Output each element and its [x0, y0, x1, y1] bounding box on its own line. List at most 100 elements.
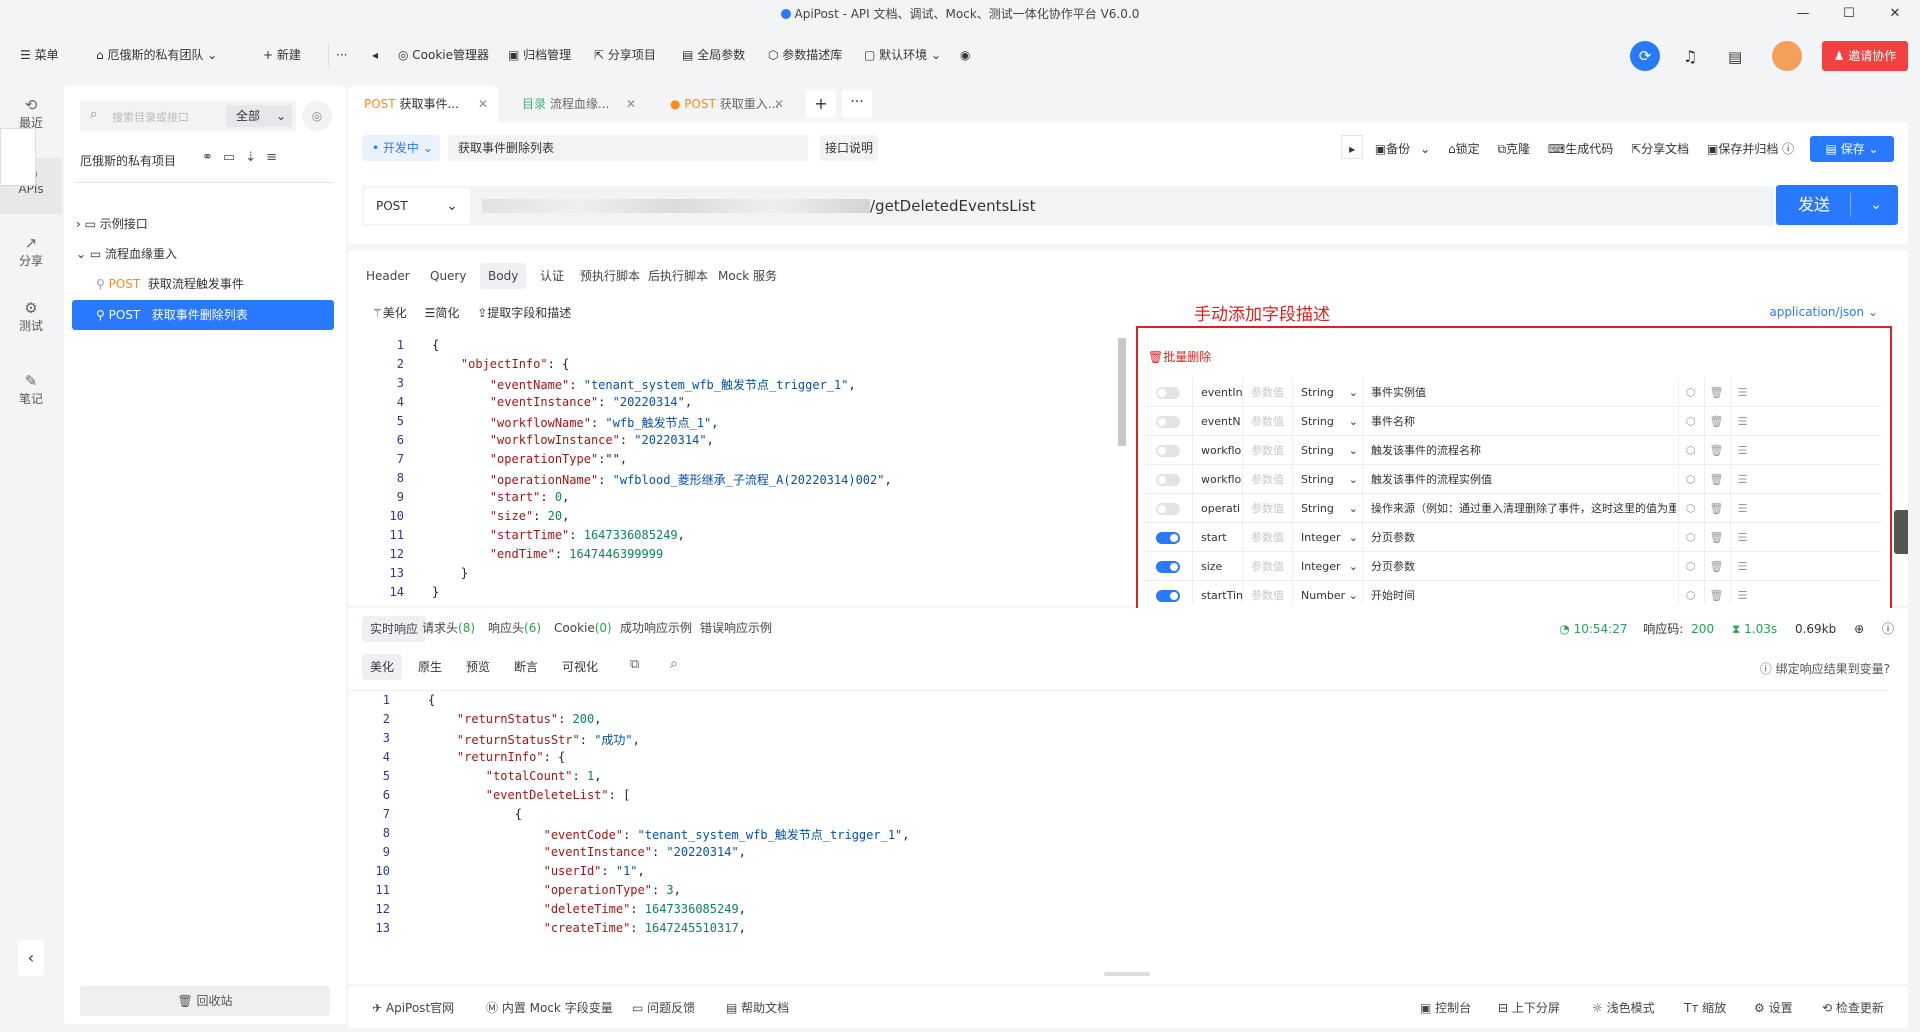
tab-get-deleted-events[interactable]: POST 获取事件... ✕: [348, 86, 498, 126]
field-key-input[interactable]: start: [1192, 523, 1242, 552]
param-library-icon[interactable]: ⬡: [1678, 581, 1702, 604]
bind-response-link[interactable]: ⓘ 绑定响应结果到变量?: [1760, 660, 1890, 677]
req-tab-body[interactable]: Body: [480, 263, 527, 289]
menu-button[interactable]: ☰ 菜单: [20, 42, 59, 68]
generate-code-button[interactable]: ⌨生成代码: [1548, 142, 1613, 156]
field-key-input[interactable]: startTin: [1192, 581, 1242, 604]
avatar[interactable]: [1772, 41, 1802, 71]
method-select[interactable]: POST ⌄: [364, 188, 470, 224]
field-enable-toggle[interactable]: [1156, 474, 1180, 486]
field-enable-toggle[interactable]: [1156, 445, 1180, 457]
field-type-select[interactable]: Integer ⌄: [1292, 552, 1362, 581]
view-preview[interactable]: 预览: [458, 654, 498, 680]
param-library-icon[interactable]: ⬡: [1678, 378, 1702, 407]
rail-item-notes[interactable]: ✎ 笔记: [0, 372, 62, 407]
new-folder-icon[interactable]: ▭: [223, 150, 245, 165]
url-input[interactable]: /getDeletedEventsList: [482, 186, 1036, 226]
editor-scrollbar[interactable]: [1118, 338, 1126, 446]
field-enable-toggle[interactable]: [1156, 387, 1180, 399]
delete-icon[interactable]: 🗑︎: [1704, 407, 1728, 436]
req-tab-post-script[interactable]: 后执行脚本: [648, 260, 708, 292]
rail-item-recent[interactable]: ⟲ 最近: [0, 96, 62, 131]
new-button[interactable]: + 新建: [263, 42, 301, 68]
field-value-input[interactable]: 参数值: [1242, 494, 1292, 523]
drag-handle-icon[interactable]: ☰: [1730, 378, 1754, 407]
global-params-button[interactable]: ▤ 全局参数: [682, 42, 745, 68]
view-raw[interactable]: 原生: [410, 654, 450, 680]
close-tab-icon[interactable]: ✕: [478, 86, 488, 122]
field-key-input[interactable]: workflo: [1192, 436, 1242, 465]
drag-handle-icon[interactable]: ☰: [1730, 465, 1754, 494]
field-value-input[interactable]: 参数值: [1242, 581, 1292, 604]
theme-button[interactable]: ☼ 浅色模式: [1592, 999, 1655, 1016]
field-value-input[interactable]: 参数值: [1242, 407, 1292, 436]
api-name-input[interactable]: 获取事件删除列表: [448, 135, 808, 161]
view-visualize[interactable]: 可视化: [554, 654, 606, 680]
import-icon[interactable]: ⇣: [245, 150, 266, 165]
view-assert[interactable]: 断言: [506, 654, 546, 680]
resp-tab-error-example[interactable]: 错误响应示例: [700, 612, 772, 644]
filter-select[interactable]: 全部 ⌄: [226, 105, 292, 127]
batch-delete-button[interactable]: 🗑︎批量删除: [1148, 348, 1211, 365]
drag-handle-icon[interactable]: ☰: [1730, 523, 1754, 552]
tree-api-get-trigger-events[interactable]: ⚲ POST 获取流程触发事件: [96, 270, 244, 298]
field-enable-toggle[interactable]: [1156, 561, 1180, 573]
field-value-input[interactable]: 参数值: [1242, 552, 1292, 581]
field-type-select[interactable]: String ⌄: [1292, 465, 1362, 494]
collapse-sidebar-icon[interactable]: ‹: [18, 940, 44, 976]
field-description-input[interactable]: 分页参数: [1362, 552, 1676, 581]
drag-handle-icon[interactable]: ☰: [1730, 552, 1754, 581]
field-type-select[interactable]: Number ⌄: [1292, 581, 1362, 604]
rail-item-share[interactable]: ↗ 分享: [0, 234, 62, 269]
recycle-bin-button[interactable]: 🗑︎ 回收站: [80, 986, 330, 1016]
tree-folder-examples[interactable]: › ▭ 示例接口: [76, 210, 148, 238]
split-view-button[interactable]: ⊟ 上下分屏: [1498, 999, 1560, 1016]
delete-icon[interactable]: 🗑︎: [1704, 494, 1728, 523]
close-window-button[interactable]: ✕: [1872, 0, 1918, 28]
resp-tab-cookie[interactable]: Cookie(0): [554, 612, 612, 644]
feedback-link[interactable]: ▭ 问题反馈: [632, 999, 695, 1016]
field-type-select[interactable]: String ⌄: [1292, 378, 1362, 407]
req-tab-pre-script[interactable]: 预执行脚本: [580, 260, 640, 292]
req-tab-header[interactable]: Header: [366, 260, 410, 292]
cookie-manager-button[interactable]: ◎ Cookie管理器: [398, 42, 489, 68]
field-enable-toggle[interactable]: [1156, 590, 1180, 602]
collapse-left-icon[interactable]: ◂: [372, 42, 378, 68]
eye-icon[interactable]: ◉: [960, 42, 970, 68]
tree-folder-lineage[interactable]: ⌄ ▭ 流程血缘重入: [76, 240, 177, 268]
search-icon[interactable]: ⌕: [670, 656, 678, 672]
field-key-input[interactable]: workflo: [1192, 465, 1242, 494]
field-description-input[interactable]: 事件实例值: [1362, 378, 1676, 407]
delete-icon[interactable]: 🗑︎: [1704, 523, 1728, 552]
field-key-input[interactable]: size: [1192, 552, 1242, 581]
field-description-input[interactable]: 分页参数: [1362, 523, 1676, 552]
search-box[interactable]: ⌕ 搜索目录或接口 全部 ⌄: [80, 101, 296, 131]
req-tab-query[interactable]: Query: [430, 260, 466, 292]
field-type-select[interactable]: String ⌄: [1292, 407, 1362, 436]
search-input[interactable]: 搜索目录或接口: [112, 109, 189, 125]
field-enable-toggle[interactable]: [1156, 503, 1180, 515]
maximize-button[interactable]: ☐: [1826, 0, 1872, 28]
simplify-button[interactable]: ☰简化: [425, 306, 460, 320]
tab-lineage-folder[interactable]: 目录 流程血缘... ✕: [506, 86, 646, 126]
field-key-input[interactable]: eventN: [1192, 407, 1242, 436]
environment-selector[interactable]: ▢ 默认环境 ⌄: [864, 42, 941, 68]
backup-button[interactable]: ▣备份: [1375, 142, 1410, 156]
delete-icon[interactable]: 🗑︎: [1704, 436, 1728, 465]
field-description-input[interactable]: 事件名称: [1362, 407, 1676, 436]
share-doc-button[interactable]: ⇱分享文档: [1631, 142, 1689, 156]
tab-more-icon[interactable]: ···: [842, 90, 872, 118]
param-library-icon[interactable]: ⬡: [1678, 552, 1702, 581]
resp-tab-live[interactable]: 实时响应: [362, 616, 427, 642]
req-tab-mock[interactable]: Mock 服务: [718, 260, 777, 292]
field-type-select[interactable]: Integer ⌄: [1292, 523, 1362, 552]
send-button[interactable]: 发送 ⌄: [1776, 185, 1898, 225]
lock-button[interactable]: ⌂锁定: [1448, 142, 1480, 156]
field-description-input[interactable]: 触发该事件的流程名称: [1362, 436, 1676, 465]
help-docs-link[interactable]: ▤ 帮助文档: [726, 999, 789, 1016]
tree-api-get-deleted-events[interactable]: ⚲ POST 获取事件删除列表: [72, 300, 334, 330]
target-icon[interactable]: ◎: [302, 101, 332, 131]
api-doc-button[interactable]: 接口说明: [820, 135, 878, 161]
drag-handle-icon[interactable]: ☰: [1730, 407, 1754, 436]
run-icon[interactable]: ▸: [1341, 135, 1364, 159]
